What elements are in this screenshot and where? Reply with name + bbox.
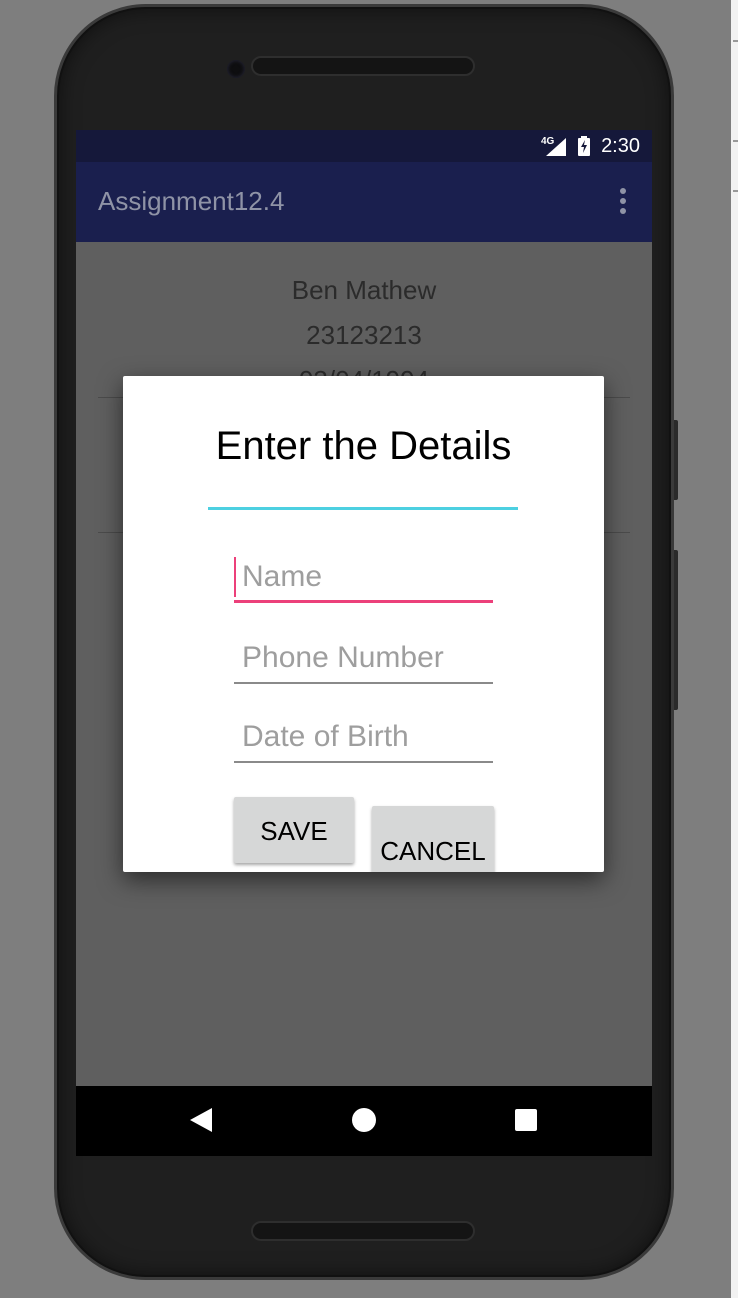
home-icon[interactable] [352, 1108, 376, 1132]
top-speaker [251, 56, 475, 76]
host-window-edge [731, 0, 738, 1298]
phone-input[interactable] [234, 634, 493, 682]
app-toolbar: Assignment12.4 [76, 162, 652, 242]
edge-mark [733, 40, 738, 42]
details-dialog: Enter the Details SAVE CANCEL [123, 376, 604, 872]
cancel-button[interactable]: CANCEL [372, 806, 494, 872]
field-underline [234, 600, 493, 603]
status-bar: 4G 2:30 [76, 130, 652, 162]
field-underline [234, 682, 493, 684]
app-title: Assignment12.4 [98, 186, 285, 216]
phone-field[interactable] [234, 634, 493, 684]
dob-input[interactable] [234, 713, 493, 761]
battery-charging-icon [578, 136, 590, 156]
signal-icon [546, 138, 566, 156]
back-icon[interactable] [190, 1108, 212, 1132]
name-input[interactable] [234, 553, 493, 601]
dot [620, 188, 626, 194]
field-underline [234, 761, 493, 763]
recent-apps-icon[interactable] [515, 1109, 537, 1131]
edge-mark [733, 140, 738, 142]
contact-name: Ben Mathew [291, 275, 437, 305]
save-button[interactable]: SAVE [234, 797, 354, 863]
bottom-speaker [251, 1221, 475, 1241]
status-time: 2:30 [601, 135, 640, 157]
contact-phone: 23123213 [306, 320, 422, 350]
dialog-title: Enter the Details [215, 424, 512, 468]
title-underline [208, 507, 518, 510]
more-vert-icon[interactable] [620, 188, 626, 214]
navigation-bar [76, 1086, 652, 1156]
dob-field[interactable] [234, 713, 493, 763]
dot [620, 208, 626, 214]
device-screen: 4G 2:30 Assignment12.4 Ben Mathew 231232… [76, 130, 652, 1156]
edge-mark [733, 190, 738, 192]
dot [620, 198, 626, 204]
front-camera-icon [227, 60, 245, 78]
name-field[interactable] [234, 553, 493, 603]
